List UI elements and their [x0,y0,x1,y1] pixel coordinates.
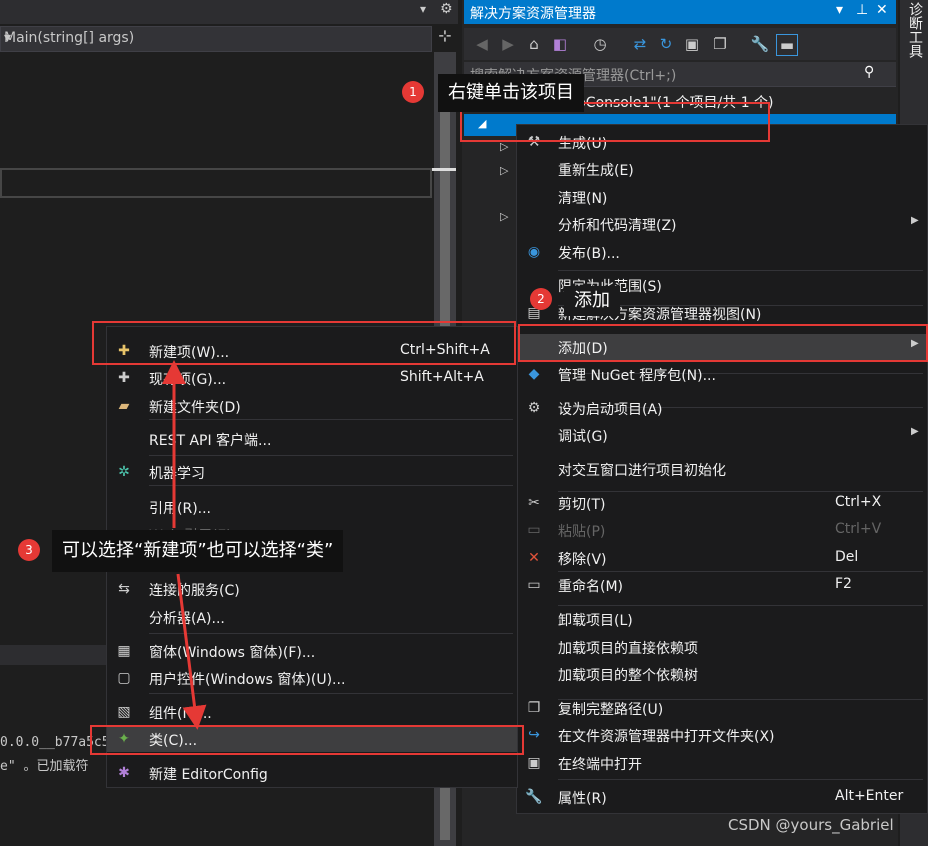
arrow-to-class [176,573,207,730]
annotation-arrows [162,360,207,730]
watermark: CSDN @yours_Gabriel [728,816,894,834]
